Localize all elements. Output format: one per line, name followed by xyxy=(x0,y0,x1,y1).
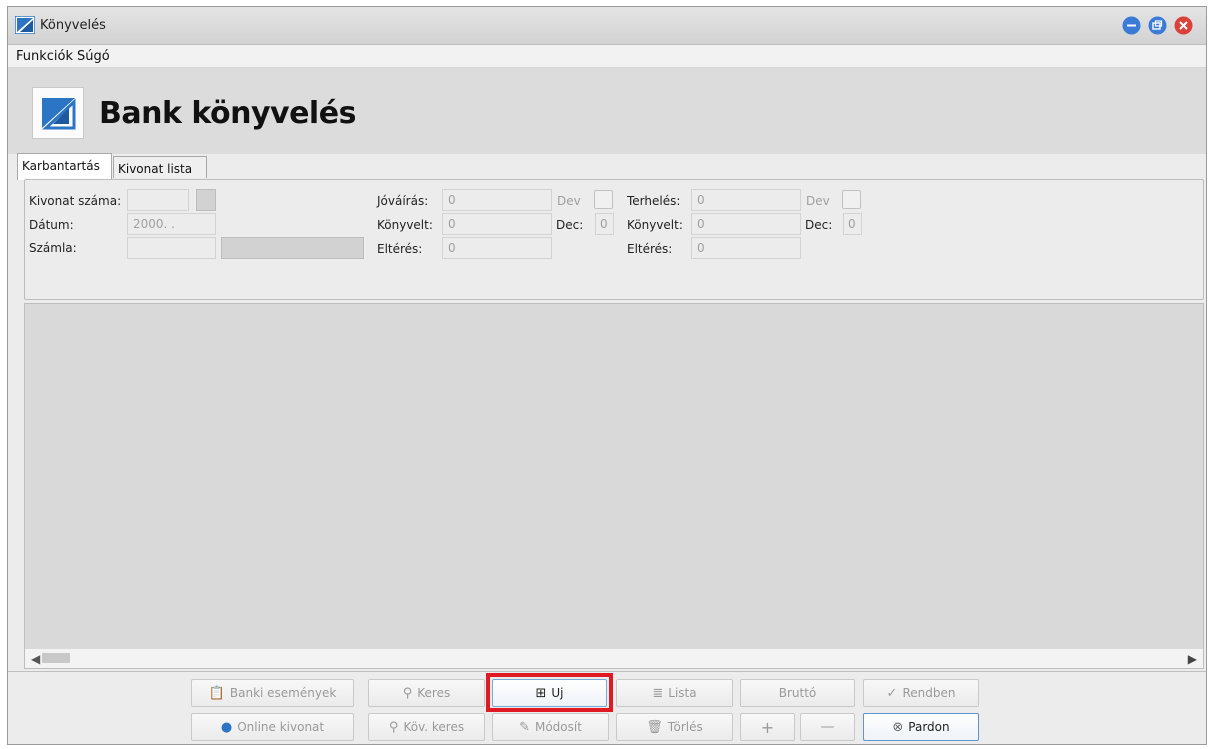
minus-button[interactable]: — xyxy=(800,713,855,741)
label-elteres-2: Eltérés: xyxy=(627,242,673,256)
szamla-name-field xyxy=(221,237,364,259)
banki-esemenyek-label: Banki események xyxy=(229,686,337,700)
lista-button[interactable]: ≣ Lista xyxy=(616,679,733,707)
kov-keres-button[interactable]: ⚲ Köv. keres xyxy=(368,713,485,741)
bank-logo-icon xyxy=(32,87,84,139)
rendben-button[interactable]: ✓ Rendben xyxy=(863,679,979,707)
pardon-label: Pardon xyxy=(908,720,950,734)
dec-2-field: 0 xyxy=(843,213,862,235)
label-konyvelt-1: Könyvelt: xyxy=(377,218,433,232)
datum-input[interactable]: 2000. . xyxy=(127,213,216,235)
header-area: Bank könyvelés xyxy=(8,68,1206,154)
menu-funkciok[interactable]: Funkciók xyxy=(16,49,73,64)
scroll-left-icon[interactable]: ◀ xyxy=(31,652,40,666)
app-window: Könyvelés Funkciók Súgó Bank könyvelés K… xyxy=(7,6,1207,745)
kivonat-lookup-button[interactable] xyxy=(196,189,216,211)
torles-label: Törlés xyxy=(667,720,703,734)
label-szamla: Számla: xyxy=(29,241,77,255)
label-dec-1: Dec: xyxy=(556,218,584,232)
menu-sugo[interactable]: Súgó xyxy=(77,49,110,64)
konyvelt-2-field: 0 xyxy=(691,213,801,235)
edit-icon: ✎ xyxy=(519,719,530,735)
konyvelt-1-field: 0 xyxy=(442,213,552,235)
maintenance-form: Kivonat száma: Dátum: 2000. . Számla: Jó… xyxy=(24,179,1204,300)
scroll-thumb[interactable] xyxy=(42,653,70,663)
online-kivonat-button[interactable]: ● Online kivonat xyxy=(191,713,354,741)
trash-icon: 🗑 xyxy=(646,719,663,735)
restore-icon[interactable] xyxy=(1148,16,1167,35)
window-title: Könyvelés xyxy=(40,18,106,33)
globe-icon: ● xyxy=(220,719,233,735)
keres-label: Keres xyxy=(417,686,451,700)
jovairas-field: 0 xyxy=(442,189,552,211)
page-title: Bank könyvelés xyxy=(99,96,356,131)
dec-1-field: 0 xyxy=(595,213,614,235)
tab-kivonat-lista[interactable]: Kivonat lista xyxy=(113,156,207,178)
kov-keres-label: Köv. keres xyxy=(403,720,465,734)
menu-bar: Funkciók Súgó xyxy=(8,45,1206,68)
banki-esemenyek-button[interactable]: 📋 Banki események xyxy=(191,679,354,707)
label-dec-2: Dec: xyxy=(805,218,833,232)
torles-button[interactable]: 🗑 Törlés xyxy=(616,713,733,741)
label-jovairas-dev: Dev xyxy=(557,194,581,208)
horizontal-scrollbar[interactable]: ◀ ▶ xyxy=(25,648,1203,668)
cancel-circle-icon: ⊗ xyxy=(892,719,904,735)
modosit-label: Módosít xyxy=(534,720,582,734)
minimize-icon[interactable] xyxy=(1122,16,1141,35)
plus-button[interactable]: + xyxy=(740,713,795,741)
app-icon xyxy=(14,15,36,35)
modosit-button[interactable]: ✎ Módosít xyxy=(492,713,609,741)
title-bar[interactable]: Könyvelés xyxy=(8,7,1206,45)
label-terheles: Terhelés: xyxy=(627,194,681,208)
data-grid[interactable] xyxy=(24,303,1204,669)
brutto-label: Bruttó xyxy=(778,686,817,700)
brutto-button[interactable]: Bruttó xyxy=(740,679,855,707)
rendben-label: Rendben xyxy=(902,686,956,700)
label-terheles-dev: Dev xyxy=(806,194,830,208)
clipboard-icon: 📋 xyxy=(208,685,225,701)
online-kivonat-label: Online kivonat xyxy=(237,720,325,734)
label-kivonat-szama: Kivonat száma: xyxy=(29,194,122,208)
terheles-dev-checkbox[interactable] xyxy=(842,190,861,209)
label-konyvelt-2: Könyvelt: xyxy=(627,218,683,232)
elteres-2-field: 0 xyxy=(691,237,801,259)
label-jovairas: Jóváírás: xyxy=(377,194,429,208)
search-icon: ⚲ xyxy=(402,685,413,701)
check-circle-icon: ✓ xyxy=(886,685,898,701)
label-elteres-1: Eltérés: xyxy=(377,242,423,256)
keres-button[interactable]: ⚲ Keres xyxy=(368,679,485,707)
jovairas-dev-checkbox[interactable] xyxy=(594,190,613,209)
scroll-right-icon[interactable]: ▶ xyxy=(1188,652,1197,666)
list-icon: ≣ xyxy=(652,685,664,701)
tab-karbantartas[interactable]: Karbantartás xyxy=(17,153,112,180)
search-icon: ⚲ xyxy=(388,719,399,735)
elteres-1-field: 0 xyxy=(442,237,552,259)
pardon-button[interactable]: ⊗ Pardon xyxy=(863,713,979,741)
label-datum: Dátum: xyxy=(29,218,74,232)
terheles-field: 0 xyxy=(691,189,801,211)
uj-highlight-box xyxy=(486,673,613,712)
szamla-input[interactable] xyxy=(127,237,216,259)
lista-label: Lista xyxy=(668,686,697,700)
close-icon[interactable] xyxy=(1174,16,1193,35)
kivonat-szama-input[interactable] xyxy=(127,189,189,211)
